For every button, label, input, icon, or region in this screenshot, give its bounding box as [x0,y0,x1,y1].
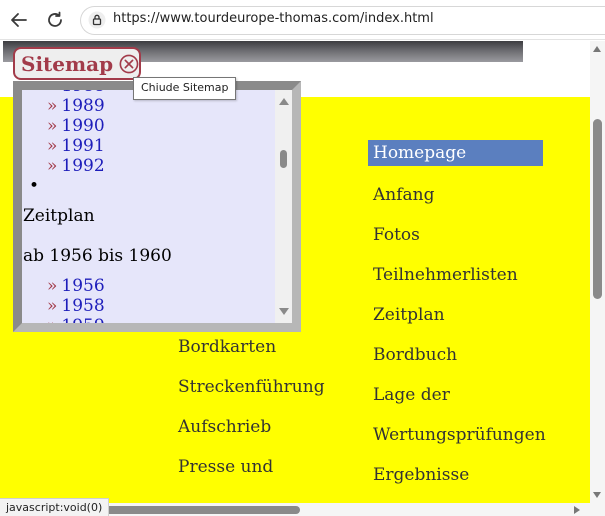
sitemap-year-link[interactable]: » 1956 [22,276,274,296]
raquo-icon: » [47,136,58,156]
url-text[interactable]: https://www.tourdeurope-thomas.com/index… [113,11,434,26]
raquo-icon: » [47,316,58,332]
nav-right-link[interactable]: Ergebnisse [373,460,546,500]
reload-button[interactable] [43,8,67,32]
year-label: 1990 [61,116,105,136]
nav-right-link[interactable]: Lage der [373,380,546,420]
nav-column-right: Homepage Anfang Fotos Teilnehmerlisten Zeitp… [368,140,546,503]
year-label: 1989 [61,96,105,116]
scroll-up-icon[interactable] [279,98,289,105]
scroll-down-arrow-icon[interactable] [593,492,601,498]
year-label: 1959 [61,316,105,332]
sitemap-year-link[interactable]: » 1990 [22,116,274,136]
sitemap-scroll-thumb[interactable] [280,150,287,168]
sitemap-year-link[interactable]: » 1991 [22,136,274,156]
sitemap-tooltip: Chiude Sitemap [133,77,237,100]
page-vertical-scrollbar[interactable] [590,41,605,503]
year-label: 1988 [61,81,105,96]
scroll-down-icon[interactable] [279,308,289,315]
scroll-up-arrow-icon[interactable] [593,46,601,52]
nav-right-link[interactable]: Fotos [373,220,546,260]
nav-column-left: Bordkarten Streckenführung Aufschrieb Press… [178,332,325,492]
back-button[interactable] [7,8,31,32]
nav-left-link[interactable]: Streckenführung [178,372,325,412]
sitemap-scrollbar[interactable] [275,90,292,323]
scrollbar-corner [590,503,605,516]
sitemap-year-link[interactable]: » 1959 [22,316,274,332]
nav-right-link[interactable]: Zeitplan [373,300,546,340]
horizontal-scroll-thumb[interactable] [100,506,300,514]
raquo-icon: » [47,276,58,296]
nav-right-link[interactable]: Homepage [368,140,543,166]
sitemap-label: Sitemap [21,51,114,76]
site-info-icon[interactable] [88,11,106,29]
raquo-icon: » [47,81,58,96]
sitemap-year-link[interactable]: » 1958 [22,296,274,316]
sitemap-year-link[interactable]: » 1992 [22,156,274,176]
status-bar: javascript:void(0) [0,498,110,516]
page-viewport: Bordkarten Streckenführung Aufschrieb Press… [0,41,590,503]
sitemap-button[interactable]: Sitemap [13,47,141,80]
bullet-icon: • [29,176,40,196]
sitemap-section-heading: Zeitplan [23,206,95,226]
scroll-right-arrow-icon[interactable] [574,506,580,514]
year-label: 1958 [61,296,105,316]
nav-left-link[interactable]: Bordkarten [178,332,325,372]
sitemap-popup[interactable]: » 1988» 1989» 1990» 1991» 1992 • Zeitplan ab 195… [13,81,301,332]
close-circle-icon [119,54,139,73]
nav-left-link[interactable]: Aufschrieb [178,412,325,452]
nav-right-link[interactable]: Teilnehmerlisten [373,260,546,300]
year-label: 1956 [61,276,105,296]
sitemap-list: » 1988» 1989» 1990» 1991» 1992 • Zeitplan ab 195… [22,81,274,332]
back-arrow-icon [11,13,27,27]
raquo-icon: » [47,96,58,116]
browser-toolbar: https://www.tourdeurope-thomas.com/index… [0,0,605,40]
raquo-icon: » [47,296,58,316]
year-label: 1991 [61,136,105,156]
raquo-icon: » [47,116,58,136]
nav-right-link[interactable]: Anfang [373,180,546,220]
raquo-icon: » [47,156,58,176]
nav-right-link[interactable]: Wertungsprüfungen [373,420,546,460]
year-label: 1992 [61,156,105,176]
sitemap-section-subheading: ab 1956 bis 1960 [23,246,172,266]
page-scroll-thumb[interactable] [593,119,602,299]
reload-icon [48,11,62,27]
nav-left-link[interactable]: Presse und [178,452,325,492]
nav-right-link[interactable]: Bordbuch [373,340,546,380]
